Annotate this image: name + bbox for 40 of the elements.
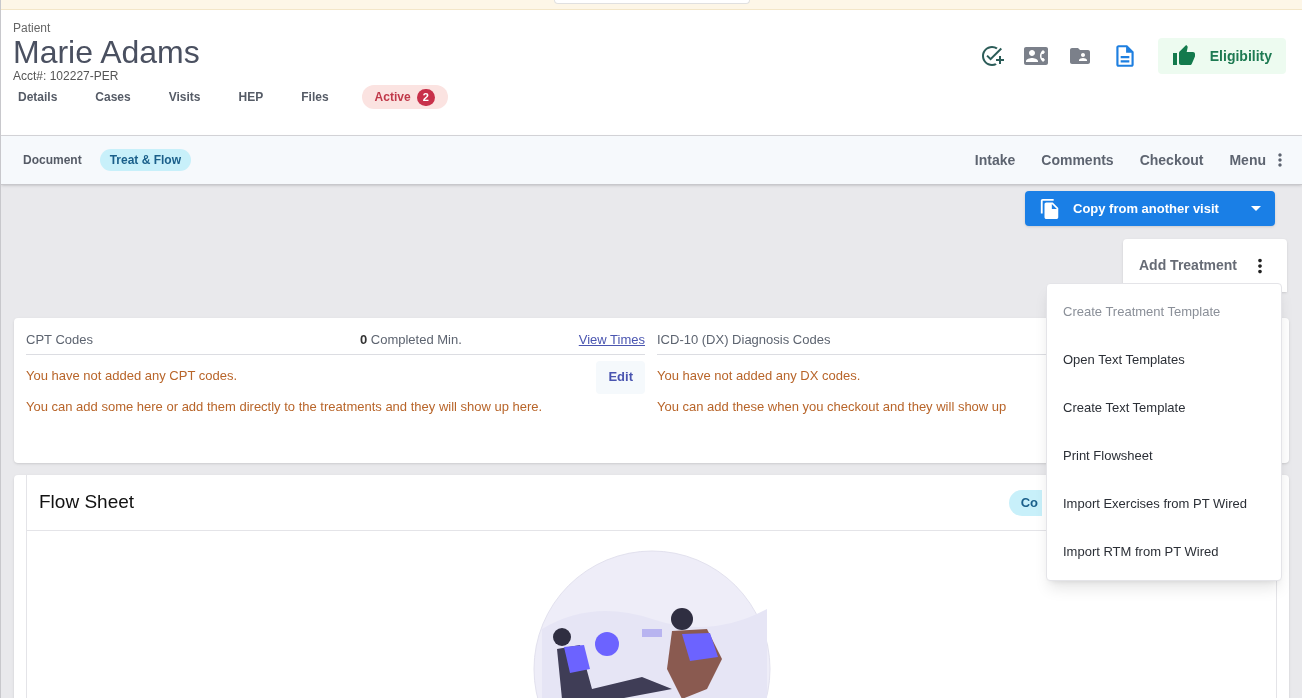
empty-message: You have not added any CPT codes.: [26, 366, 238, 385]
caret-icon: [1251, 206, 1261, 211]
copy-visit-button[interactable]: Copy from another visit: [1025, 191, 1275, 226]
patient-name: Marie Adams: [13, 35, 201, 69]
patient-tab[interactable]: HEP: [233, 85, 269, 109]
visit-action-link[interactable]: Checkout: [1139, 149, 1204, 171]
status-badge: Co: [1008, 489, 1042, 516]
patient-label: Patient: [13, 21, 52, 35]
patient-tab[interactable]: Cases: [90, 85, 136, 109]
eligibility-button[interactable]: Eligibility: [1157, 38, 1286, 74]
thumbs-up-icon: [1171, 44, 1196, 68]
cpt-title: CPT Codes: [26, 331, 93, 349]
menu-item[interactable]: Import RTM from PT Wired: [1047, 528, 1281, 576]
hint-message: You can add some here or add them directly to the treatments and they will show up here.: [26, 397, 543, 416]
visit-action-link[interactable]: Intake: [974, 149, 1016, 171]
patient-tab[interactable]: Details: [13, 85, 63, 109]
visit-tab[interactable]: Document: [13, 149, 92, 171]
flow-sheet-title: Flow Sheet: [39, 490, 135, 515]
menu-item[interactable]: Print Flowsheet: [1047, 432, 1281, 480]
copy-icon: [1039, 197, 1061, 220]
hint-message: You can add these when you checkout and they will show up: [657, 397, 1007, 416]
account-number: Acct#: 102227-PER: [13, 69, 120, 83]
view-times-link[interactable]: View Times: [578, 330, 645, 350]
empty-message: You have not added any DX codes.: [657, 366, 861, 385]
visit-tab[interactable]: Treat & Flow: [99, 149, 191, 171]
menu-item[interactable]: Create Text Template: [1047, 384, 1281, 432]
patient-tab[interactable]: Visits: [163, 85, 206, 109]
menu-item[interactable]: Import Exercises from PT Wired: [1047, 480, 1281, 528]
task-add-icon[interactable]: [979, 44, 1004, 68]
menu-item[interactable]: Open Text Templates: [1047, 336, 1281, 384]
patient-tab[interactable]: Active 2: [361, 85, 448, 109]
completed-minutes: 0 Completed Min.: [359, 331, 462, 349]
dx-title: ICD-10 (DX) Diagnosis Codes: [657, 332, 831, 347]
count-badge: 2: [416, 88, 435, 106]
edit-button[interactable]: Edit: [596, 360, 645, 394]
add-treatment-label[interactable]: Add Treatment: [1139, 255, 1237, 276]
visit-action-link[interactable]: Menu: [1229, 149, 1266, 171]
visit-action-link[interactable]: Comments: [1041, 149, 1114, 171]
patient-tab[interactable]: Files: [296, 85, 334, 109]
contact-card-icon[interactable]: [1023, 44, 1048, 68]
